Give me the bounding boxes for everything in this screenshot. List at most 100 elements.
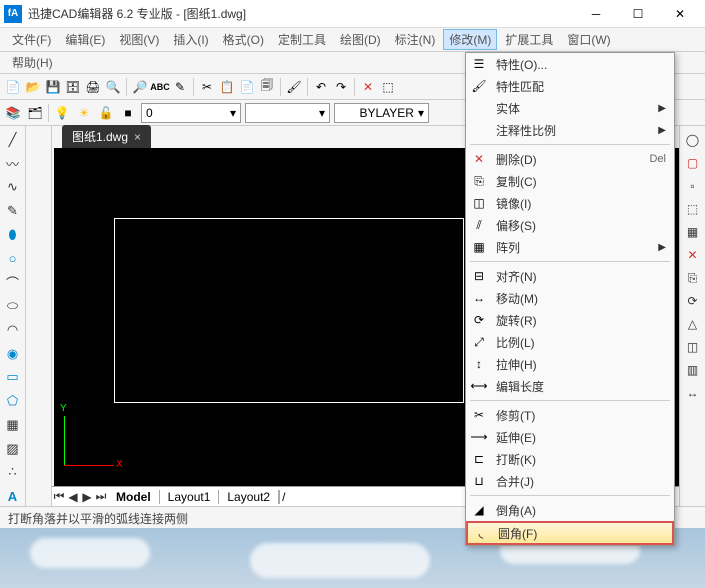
layer2-icon[interactable]: 🗂: [26, 104, 44, 122]
rt-box-icon[interactable]: ▫: [683, 176, 703, 196]
menu-view[interactable]: 视图(V): [113, 29, 165, 50]
menu-format[interactable]: 格式(O): [217, 29, 270, 50]
rt-move-icon[interactable]: ↔: [683, 383, 703, 403]
close-button[interactable]: ✕: [659, 0, 701, 28]
layout-next-icon[interactable]: ▶: [80, 490, 94, 504]
redo-icon[interactable]: ↷: [332, 78, 350, 96]
circle-icon[interactable]: ○: [3, 249, 23, 269]
hatch-icon[interactable]: ▨: [3, 439, 23, 459]
copy-icon[interactable]: 📋: [218, 78, 236, 96]
dd-annotscale[interactable]: 注释性比例 ▶: [466, 119, 674, 141]
save-icon[interactable]: 💾: [44, 78, 62, 96]
edit-icon[interactable]: ✎: [3, 201, 23, 221]
rt-array-icon[interactable]: ▥: [683, 360, 703, 380]
menu-help[interactable]: 帮助(H): [6, 52, 59, 73]
text-icon[interactable]: A: [3, 486, 23, 506]
rt-dash-icon[interactable]: ⬚: [683, 199, 703, 219]
doc-tab-close-icon[interactable]: ×: [134, 130, 141, 144]
dd-properties[interactable]: ☰ 特性(O)...: [466, 53, 674, 75]
dd-scale[interactable]: ⤢ 比例(L): [466, 331, 674, 353]
layout-2[interactable]: Layout2: [219, 490, 279, 504]
arc-icon[interactable]: ⌒: [3, 273, 23, 293]
clone-icon[interactable]: 🗐: [258, 78, 276, 96]
dd-delete[interactable]: ✕ 删除(D) Del: [466, 148, 674, 170]
dd-extend[interactable]: ⟶ 延伸(E): [466, 426, 674, 448]
menu-custom[interactable]: 定制工具: [272, 29, 332, 50]
line-icon[interactable]: ╱: [3, 130, 23, 150]
print-icon[interactable]: 🖨: [84, 78, 102, 96]
polyline-icon[interactable]: 〰: [3, 154, 23, 174]
layout-last-icon[interactable]: ⏭: [94, 489, 108, 504]
layer-combo[interactable]: 0▾: [141, 103, 241, 123]
menu-file[interactable]: 文件(F): [6, 29, 57, 50]
layout-model[interactable]: Model: [108, 490, 160, 504]
paste-icon[interactable]: 📄: [238, 78, 256, 96]
ring-icon[interactable]: ◉: [3, 344, 23, 364]
dd-fillet[interactable]: ◟ 圆角(F): [466, 521, 674, 545]
tool-icon[interactable]: ✎: [171, 78, 189, 96]
rt-grid-icon[interactable]: ▦: [683, 222, 703, 242]
dd-break[interactable]: ⊏ 打断(K): [466, 448, 674, 470]
bylayer-combo[interactable]: BYLAYER▾: [334, 103, 429, 123]
menu-insert[interactable]: 插入(I): [167, 29, 214, 50]
brush-icon[interactable]: 🖌: [285, 78, 303, 96]
dd-align[interactable]: ⊟ 对齐(N): [466, 265, 674, 287]
dd-copy[interactable]: ⎘ 复制(C): [466, 170, 674, 192]
doc-tab[interactable]: 图纸1.dwg ×: [62, 125, 151, 148]
layout-prev-icon[interactable]: ◀: [66, 490, 80, 504]
bulb-on-icon[interactable]: 💡: [53, 104, 71, 122]
layout-1[interactable]: Layout1: [160, 490, 220, 504]
poly-icon[interactable]: ⬠: [3, 391, 23, 411]
dd-trim[interactable]: ✂ 修剪(T): [466, 404, 674, 426]
erase-icon[interactable]: ⬮: [3, 225, 23, 245]
block-icon[interactable]: ▦: [3, 415, 23, 435]
colorbox-icon[interactable]: ■: [119, 104, 137, 122]
preview-icon[interactable]: 🔍: [104, 78, 122, 96]
dd-editlen[interactable]: ⟷ 编辑长度: [466, 375, 674, 397]
point-icon[interactable]: ∴: [3, 463, 23, 483]
menu-dim[interactable]: 标注(N): [389, 29, 442, 50]
dd-entity[interactable]: 实体 ▶: [466, 97, 674, 119]
rt-mirror-icon[interactable]: ◫: [683, 337, 703, 357]
open-icon[interactable]: 📂: [24, 78, 42, 96]
saveall-icon[interactable]: 🗄: [64, 78, 82, 96]
delete-icon[interactable]: ✕: [359, 78, 377, 96]
rect-icon[interactable]: ▭: [3, 368, 23, 388]
menu-window[interactable]: 窗口(W): [561, 29, 616, 50]
minimize-button[interactable]: ─: [575, 0, 617, 28]
lock-icon[interactable]: 🔓: [97, 104, 115, 122]
dd-stretch[interactable]: ↕ 拉伸(H): [466, 353, 674, 375]
spell-icon[interactable]: ABC: [151, 78, 169, 96]
earc-icon[interactable]: ◠: [3, 320, 23, 340]
find-icon[interactable]: 🔎: [131, 78, 149, 96]
rt-x-icon[interactable]: ✕: [683, 245, 703, 265]
layer-icon[interactable]: 📚: [4, 104, 22, 122]
dd-offset[interactable]: ⫽ 偏移(S): [466, 214, 674, 236]
rt-copy-icon[interactable]: ⎘: [683, 268, 703, 288]
dd-rotate[interactable]: ⟳ 旋转(R): [466, 309, 674, 331]
dd-array[interactable]: ▦ 阵列 ▶: [466, 236, 674, 258]
new-icon[interactable]: 📄: [4, 78, 22, 96]
rt-tri-icon[interactable]: △: [683, 314, 703, 334]
spline-icon[interactable]: ∿: [3, 178, 23, 198]
dd-join[interactable]: ⊔ 合并(J): [466, 470, 674, 492]
dd-matchprops[interactable]: 🖌 特性匹配: [466, 75, 674, 97]
cut-icon[interactable]: ✂: [198, 78, 216, 96]
menu-modify[interactable]: 修改(M): [443, 29, 497, 50]
menu-ext[interactable]: 扩展工具: [499, 29, 559, 50]
linetype-combo[interactable]: ▾: [245, 103, 330, 123]
ellipse-icon[interactable]: ⬭: [3, 296, 23, 316]
dd-mirror[interactable]: ◫ 镜像(I): [466, 192, 674, 214]
rt-arc-icon[interactable]: ⟳: [683, 291, 703, 311]
menu-edit[interactable]: 编辑(E): [59, 29, 111, 50]
tool2-icon[interactable]: ⬚: [379, 78, 397, 96]
dd-move[interactable]: ↔ 移动(M): [466, 287, 674, 309]
maximize-button[interactable]: ☐: [617, 0, 659, 28]
rt-circle-icon[interactable]: ◯: [683, 130, 703, 150]
rt-square-icon[interactable]: ▢: [683, 153, 703, 173]
dd-chamfer[interactable]: ◢ 倒角(A): [466, 499, 674, 521]
sun-icon[interactable]: ☀: [75, 104, 93, 122]
menu-draw[interactable]: 绘图(D): [334, 29, 387, 50]
layout-first-icon[interactable]: ⏮: [52, 489, 66, 504]
undo-icon[interactable]: ↶: [312, 78, 330, 96]
